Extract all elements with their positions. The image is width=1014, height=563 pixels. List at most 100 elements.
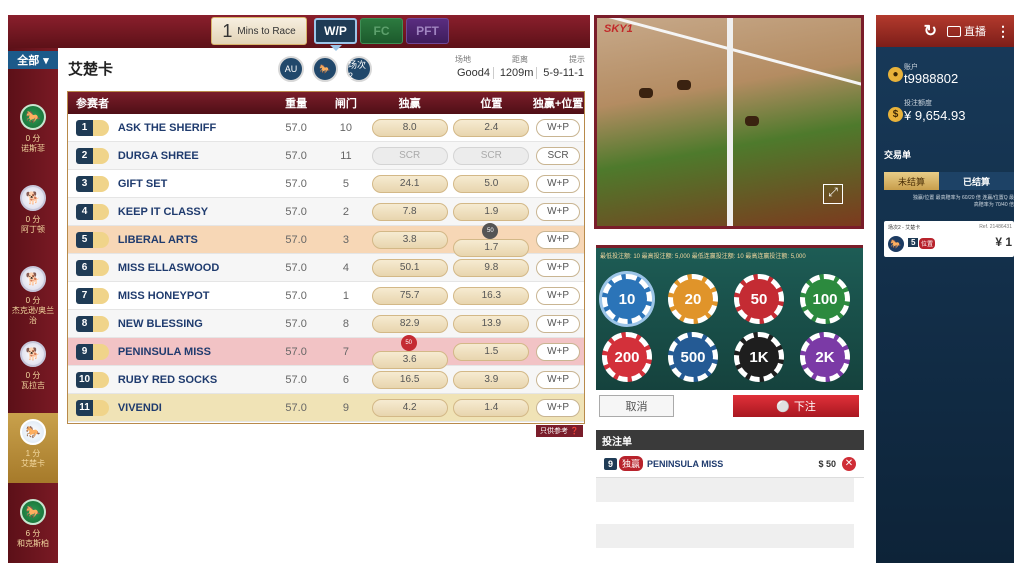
- sidebar-race-item[interactable]: 🐎 1 分艾楚卡: [8, 413, 58, 483]
- tab-forecast[interactable]: FC: [360, 18, 403, 44]
- win-odds-button[interactable]: 16.5: [371, 370, 448, 389]
- win-odds-cell: 8.0: [369, 118, 451, 137]
- win-place-button[interactable]: W+P: [536, 286, 581, 305]
- active-tab-caret: [330, 45, 342, 51]
- place-odds-button[interactable]: 1.4: [453, 398, 530, 417]
- place-odds-button[interactable]: 16.3: [453, 286, 530, 305]
- chip-button[interactable]: 100: [800, 274, 850, 324]
- place-odds-button[interactable]: 1.5: [453, 342, 530, 361]
- runner-name: MISS ELLASWOOD: [117, 261, 220, 274]
- chip-button[interactable]: 20: [668, 274, 718, 324]
- chip-button[interactable]: 500: [668, 332, 718, 382]
- win-odds-cell: 16.5: [369, 370, 451, 389]
- runner-number: 11: [68, 399, 118, 416]
- race-number: 场次 2: [348, 59, 367, 81]
- tab-unsettled[interactable]: 未结算: [884, 172, 939, 190]
- bet-limits: 最低投注额: 10 最高投注额: 5,000 最低连赢投注额: 10 最高连赢投…: [600, 254, 806, 260]
- tab-win-place[interactable]: W/P: [314, 18, 357, 44]
- win-odds-button[interactable]: 8.0: [371, 118, 448, 137]
- place-odds-button[interactable]: 9.8: [453, 258, 530, 277]
- runner-weight: 57.0: [285, 121, 307, 134]
- win-place-button[interactable]: W+P: [536, 118, 581, 137]
- track-condition: Good4: [457, 67, 495, 79]
- tab-pft[interactable]: PFT: [406, 18, 449, 44]
- remove-bet-icon[interactable]: ✕: [842, 456, 856, 471]
- race-topbar: 1 Mins to Race W/P FC PFT: [8, 15, 590, 51]
- live-button[interactable]: 直播: [947, 23, 986, 39]
- sidebar-race-item[interactable]: 🐕 0 分杰克逊/奥兰治: [8, 260, 58, 330]
- win-odds-cell: 3.8: [369, 230, 451, 249]
- win-odds-button[interactable]: 7.8: [371, 202, 448, 221]
- race-venue: 阿丁顿: [21, 225, 45, 234]
- ticket-card[interactable]: 场次2 - 艾楚卡 Ref. 21486431 🐎 5 位置 ¥ 1: [884, 221, 1014, 257]
- silk-icon: [93, 371, 109, 388]
- win-odds-button[interactable]: 3.8: [371, 230, 448, 249]
- live-video[interactable]: SKY1 ⤢: [594, 15, 864, 229]
- expand-icon[interactable]: ⤢: [823, 184, 843, 204]
- runner-name: PENINSULA MISS: [117, 345, 211, 358]
- win-place-button[interactable]: W+P: [536, 230, 581, 249]
- saddle-number: 6: [76, 259, 93, 276]
- race-minutes: 6 分: [25, 529, 41, 538]
- chip-button[interactable]: 1K: [734, 332, 784, 382]
- betslip-bet-type: 独赢: [619, 456, 644, 471]
- place-bet-button[interactable]: ⚪ 下注: [733, 395, 859, 417]
- chip-button[interactable]: 10: [602, 274, 652, 324]
- win-place-button[interactable]: W+P: [536, 370, 581, 389]
- win-place-button[interactable]: W+P: [536, 202, 581, 221]
- win-odds-button[interactable]: 24.1: [371, 174, 448, 193]
- win-odds-button[interactable]: 4.2: [371, 398, 448, 417]
- betslip-amount[interactable]: $ 50: [818, 459, 836, 469]
- more-icon[interactable]: ⋮: [996, 23, 1010, 40]
- tab-settled[interactable]: 已结算: [939, 172, 1014, 190]
- place-odds-button[interactable]: 1.7: [453, 238, 530, 257]
- countdown-label: Mins to Race: [237, 25, 296, 37]
- sidebar-race-item[interactable]: 🐎 0 分诺斯菲: [8, 98, 58, 168]
- transactions-title: 交易单: [884, 150, 912, 160]
- chip-button[interactable]: 200: [602, 332, 652, 382]
- place-odds-button[interactable]: 3.9: [453, 370, 530, 389]
- win-place-button[interactable]: W+P: [536, 258, 581, 277]
- place-odds-button: SCR: [453, 146, 530, 165]
- runner-weight: 57.0: [285, 401, 307, 414]
- sidebar-race-item[interactable]: 🐎 6 分和克斯柏: [8, 493, 58, 563]
- win-place-button[interactable]: W+P: [536, 314, 581, 333]
- table-row: 10 RUBY RED SOCKS 57.0 6 16.5 3.9 W+P: [68, 366, 584, 394]
- place-odds-button[interactable]: 5.0: [453, 174, 530, 193]
- runner-number: 5: [68, 231, 118, 248]
- refresh-icon[interactable]: ↻: [924, 21, 937, 41]
- place-odds-button[interactable]: 13.9: [453, 314, 530, 333]
- runner-rows: 1 ASK THE SHERIFF 57.0 10 8.0 2.4 W+P 2 DURGA SH…: [68, 114, 584, 422]
- chip-icon: 50: [482, 222, 499, 239]
- saddle-number: 3: [76, 175, 93, 192]
- all-races-dropdown[interactable]: 全部 ▾: [8, 51, 58, 69]
- header-win: 独赢: [398, 98, 421, 110]
- win-odds-button[interactable]: 75.7: [371, 286, 448, 305]
- win-odds-button[interactable]: 3.6: [371, 350, 448, 369]
- betslip-empty-row: [596, 524, 854, 548]
- win-place-button[interactable]: W+P: [536, 398, 581, 417]
- sidebar-race-item[interactable]: 🐕 0 分阿丁顿: [8, 179, 58, 249]
- header-win-place: 独赢+位置: [532, 98, 584, 110]
- chip-button[interactable]: 50: [734, 274, 784, 324]
- chip-button[interactable]: 2K: [800, 332, 850, 382]
- runner-name: VIVENDI: [117, 401, 162, 414]
- sidebar-race-item[interactable]: 🐕 0 分瓦拉吉: [8, 335, 58, 405]
- win-place-button[interactable]: W+P: [536, 342, 581, 361]
- place-odds-cell: 5.0: [451, 174, 533, 193]
- race-minutes: 1 分: [25, 449, 41, 458]
- place-odds-cell: 9.8: [451, 258, 533, 277]
- win-place-cell: W+P: [532, 342, 584, 361]
- win-odds-cell: 503.6: [369, 334, 451, 369]
- win-place-button: SCR: [536, 146, 581, 165]
- win-odds-button[interactable]: 82.9: [371, 314, 448, 333]
- table-header: 参赛者 重量 闸门 独赢 位置 独赢+位置: [68, 92, 584, 114]
- runner-weight: 57.0: [285, 373, 307, 386]
- runner-weight: 57.0: [285, 205, 307, 218]
- win-odds-button[interactable]: 50.1: [371, 258, 448, 277]
- place-odds-button[interactable]: 2.4: [453, 118, 530, 137]
- place-odds-button[interactable]: 1.9: [453, 202, 530, 221]
- dollar-icon: $: [888, 107, 903, 122]
- cancel-button[interactable]: 取消: [599, 395, 674, 417]
- win-place-button[interactable]: W+P: [536, 174, 581, 193]
